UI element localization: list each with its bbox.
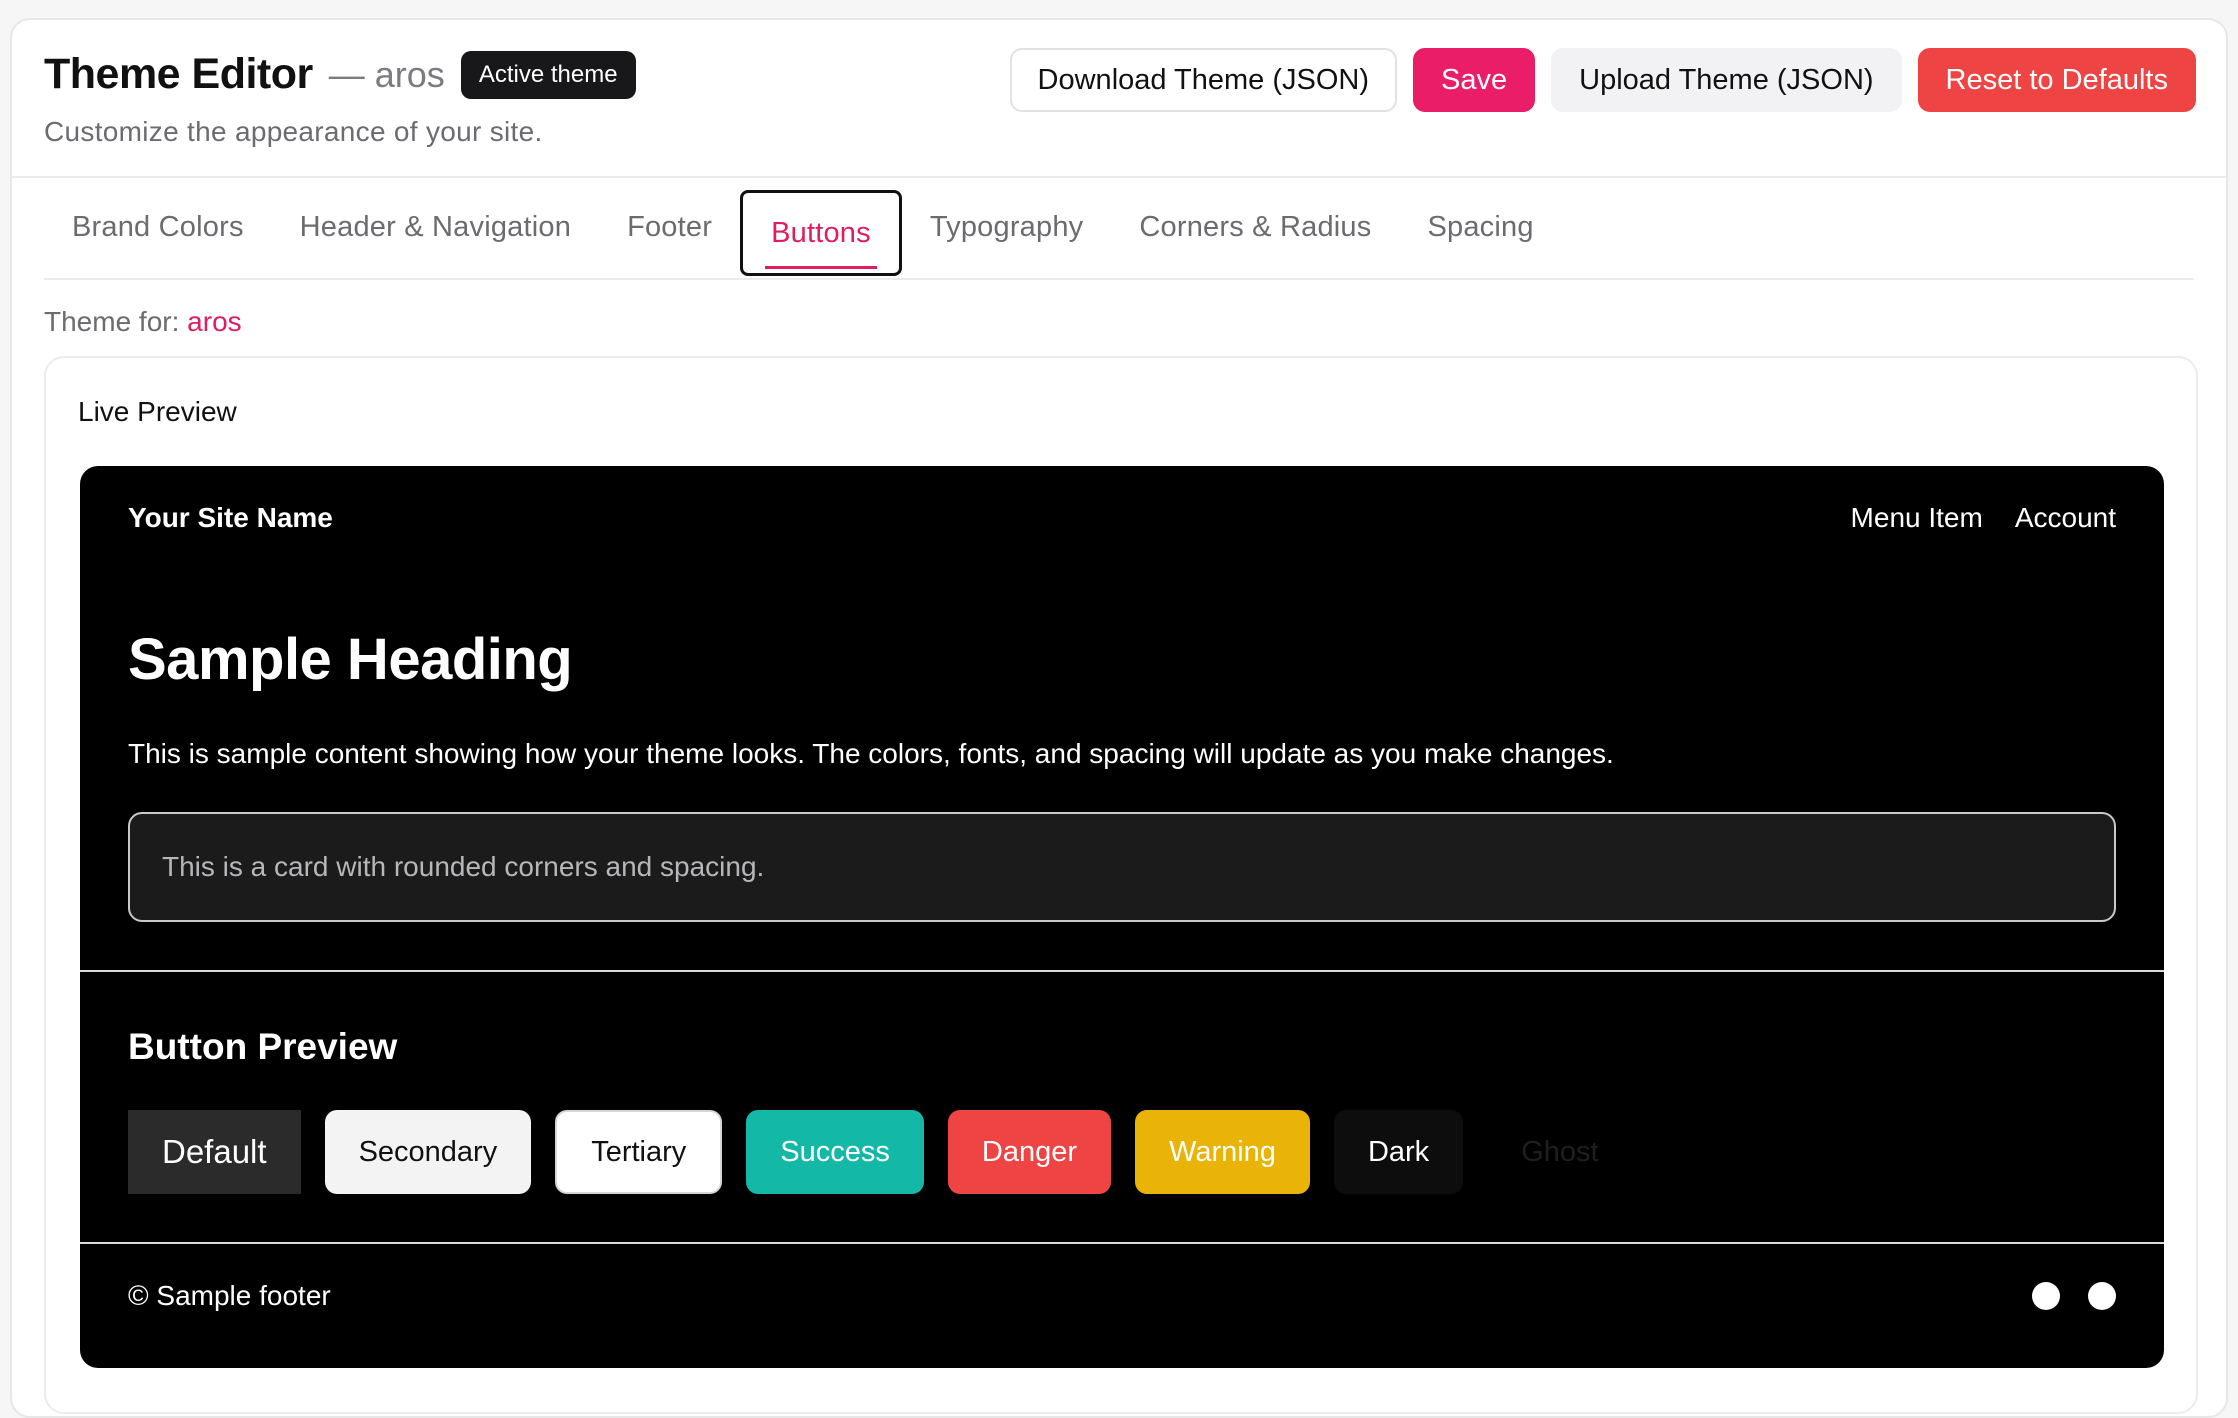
preview-footer-text: © Sample footer	[128, 1280, 331, 1311]
theme-editor-panel: Theme Editor — aros Active theme Customi…	[10, 18, 2228, 1418]
preview-footer-icons	[2032, 1282, 2116, 1310]
reset-defaults-button[interactable]: Reset to Defaults	[1917, 48, 2196, 112]
preview-dark-button[interactable]: Dark	[1333, 1110, 1464, 1194]
preview-nav-menu-item[interactable]: Menu Item	[1851, 502, 1983, 534]
header-actions: Download Theme (JSON) Save Upload Theme …	[1009, 48, 2196, 112]
preview-site-footer: © Sample footer	[128, 1280, 2116, 1312]
download-theme-button[interactable]: Download Theme (JSON)	[1009, 48, 1398, 112]
preview-ghost-button[interactable]: Ghost	[1487, 1110, 1632, 1194]
upload-theme-button[interactable]: Upload Theme (JSON)	[1551, 48, 1902, 112]
theme-for-value: aros	[187, 306, 242, 337]
tab-bar: Brand Colors Header & Navigation Footer …	[44, 176, 2194, 280]
active-theme-badge: Active theme	[460, 50, 636, 99]
tab-spacing[interactable]: Spacing	[1399, 184, 1561, 270]
save-button[interactable]: Save	[1413, 48, 1536, 112]
page-title: Theme Editor	[44, 50, 313, 98]
tab-brand-colors[interactable]: Brand Colors	[44, 184, 272, 270]
preview-site-nav: Menu Item Account	[1851, 502, 2116, 534]
preview-divider	[80, 970, 2164, 972]
tab-footer[interactable]: Footer	[599, 184, 740, 270]
live-preview-card: Live Preview Your Site Name Menu Item Ac…	[44, 356, 2198, 1414]
title-row: Theme Editor — aros Active theme	[44, 50, 636, 99]
button-preview-title: Button Preview	[128, 1026, 398, 1067]
tab-typography[interactable]: Typography	[902, 184, 1112, 270]
social-icon[interactable]	[2032, 1282, 2060, 1310]
social-icon[interactable]	[2088, 1282, 2116, 1310]
preview-danger-button[interactable]: Danger	[947, 1110, 1112, 1194]
theme-for-line: Theme for: aros	[44, 306, 242, 338]
tab-buttons[interactable]: Buttons	[740, 190, 902, 276]
preview-secondary-button[interactable]: Secondary	[324, 1110, 532, 1194]
button-preview-row: Default Secondary Tertiary Success Dange…	[128, 1110, 1633, 1194]
theme-for-label: Theme for:	[44, 306, 180, 337]
tab-corners-radius[interactable]: Corners & Radius	[1111, 184, 1399, 270]
preview-sample-text: This is sample content showing how your …	[128, 738, 1614, 769]
preview-footer-divider	[80, 1242, 2164, 1244]
preview-site-brand: Your Site Name	[128, 502, 333, 533]
preview-success-button[interactable]: Success	[746, 1110, 924, 1194]
page-subtitle: Customize the appearance of your site.	[44, 116, 543, 147]
live-preview-title: Live Preview	[78, 396, 237, 427]
preview-site: Your Site Name Menu Item Account Sample …	[80, 466, 2164, 1368]
preview-sample-card: This is a card with rounded corners and …	[128, 812, 2116, 922]
preview-nav-account[interactable]: Account	[2015, 502, 2116, 534]
site-name: — aros	[328, 53, 445, 95]
preview-warning-button[interactable]: Warning	[1135, 1110, 1310, 1194]
preview-tertiary-button[interactable]: Tertiary	[555, 1110, 723, 1194]
tab-header-navigation[interactable]: Header & Navigation	[272, 184, 599, 270]
preview-default-button[interactable]: Default	[128, 1110, 301, 1194]
preview-sample-heading: Sample Heading	[128, 627, 573, 692]
preview-site-header: Your Site Name Menu Item Account	[128, 502, 2116, 534]
